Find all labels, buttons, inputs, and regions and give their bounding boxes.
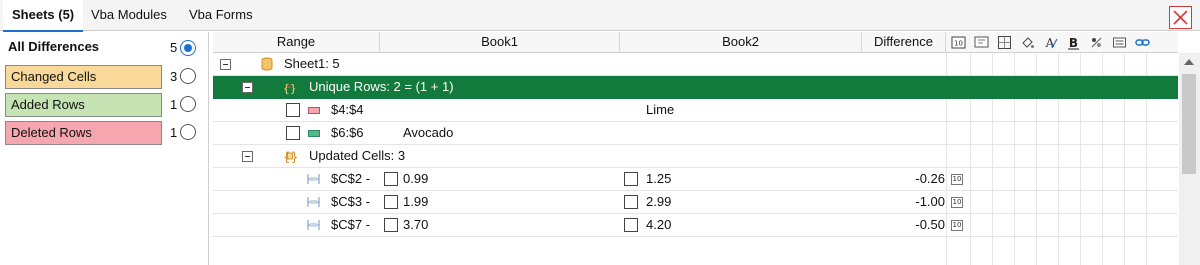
formula-icon[interactable]: [1089, 35, 1104, 50]
radio-added-rows[interactable]: [180, 96, 196, 112]
row-select-checkbox[interactable]: [286, 126, 300, 140]
row-range: $C$7 -: [331, 217, 371, 232]
book2-select-checkbox[interactable]: [624, 195, 638, 209]
svg-text:B: B: [1069, 36, 1078, 50]
sheet-database-icon: [261, 57, 273, 71]
collapse-unique-rows-toggle[interactable]: [242, 82, 253, 93]
comment-icon[interactable]: [974, 35, 989, 50]
column-header-book1[interactable]: Book1: [380, 32, 620, 53]
row-book2-value: 1.25: [646, 171, 672, 186]
collapse-sheet-toggle[interactable]: [220, 59, 231, 70]
tree-row-sheet[interactable]: Sheet1: 5: [213, 53, 1178, 76]
unique-rows-group-icon: { }: [283, 82, 295, 94]
column-header-range[interactable]: Range: [213, 32, 380, 53]
column-header-book2[interactable]: Book2: [620, 32, 862, 53]
svg-text:10: 10: [954, 40, 963, 48]
book2-select-checkbox[interactable]: [624, 172, 638, 186]
scrollbar-thumb[interactable]: [1182, 74, 1196, 174]
tree-row-updated-cells-group[interactable]: { } Updated Cells: 3: [213, 145, 1178, 168]
filter-all-differences[interactable]: All Differences: [5, 36, 162, 60]
filter-count-added: 1: [170, 97, 178, 112]
row-range: $C$3 -: [331, 194, 371, 209]
font-color-icon[interactable]: A: [1043, 35, 1058, 50]
row-book2-value: 4.20: [646, 217, 672, 232]
number-format-icon: 10: [951, 220, 963, 231]
added-row-swatch-icon: [308, 130, 320, 137]
row-difference-value: -0.50: [915, 217, 945, 232]
deleted-row-swatch-icon: [308, 107, 320, 114]
changed-cell-icon: [307, 197, 320, 207]
vertical-scrollbar[interactable]: [1179, 53, 1200, 265]
updated-cells-group-icon: { }: [283, 150, 297, 163]
row-range: $6:$6: [331, 125, 364, 140]
svg-text:}: }: [290, 82, 295, 94]
filter-added-rows[interactable]: Added Rows: [5, 93, 162, 117]
row-range: $C$2 -: [331, 171, 371, 186]
table-row[interactable]: $6:$6 Avocado: [213, 122, 1178, 145]
unique-rows-label: Unique Rows: 2 = (1 + 1): [309, 79, 454, 94]
sheet-label: Sheet1: 5: [284, 56, 340, 71]
row-range: $4:$4: [331, 102, 364, 117]
book1-select-checkbox[interactable]: [384, 218, 398, 232]
row-difference-value: -1.00: [915, 194, 945, 209]
scroll-up-icon[interactable]: [1184, 59, 1194, 65]
row-book1-value: 0.99: [403, 171, 429, 186]
number-format-icon: 10: [951, 197, 963, 208]
tab-strip: Sheets (5) Vba Modules Vba Forms: [0, 0, 1200, 32]
table-row[interactable]: $C$3 - 1.99 2.99 -1.00 10: [213, 191, 1178, 214]
column-header-difference[interactable]: Difference: [862, 32, 946, 53]
changed-cell-icon: [307, 220, 320, 230]
collapse-updated-cells-toggle[interactable]: [242, 151, 253, 162]
format-filter-toolbar: 10 A B: [946, 32, 1178, 53]
row-difference-value: -0.26: [915, 171, 945, 186]
border-icon[interactable]: [997, 35, 1012, 50]
bold-icon[interactable]: B: [1066, 35, 1081, 50]
changed-cell-icon: [307, 174, 320, 184]
link-icon[interactable]: [1135, 35, 1150, 50]
row-book2-value: Lime: [646, 102, 675, 117]
svg-text:{: {: [283, 82, 290, 94]
filter-count-deleted: 1: [170, 125, 178, 140]
svg-text:A: A: [1045, 36, 1055, 50]
updated-cells-label: Updated Cells: 3: [309, 148, 406, 163]
row-book2-value: 2.99: [646, 194, 672, 209]
align-icon[interactable]: [1112, 35, 1127, 50]
table-row[interactable]: $C$2 - 0.99 1.25 -0.26 10: [213, 168, 1178, 191]
differences-grid: Range Book1 Book2 Difference 10 A B Shee…: [213, 32, 1178, 265]
filter-count-all: 5: [170, 40, 178, 55]
difference-filter-panel: All Differences 5 Changed Cells 3 Added …: [0, 32, 209, 265]
tab-vba-modules[interactable]: Vba Modules: [82, 0, 176, 31]
close-button[interactable]: [1169, 6, 1192, 29]
filter-deleted-rows[interactable]: Deleted Rows: [5, 121, 162, 145]
tree-row-unique-rows-group[interactable]: { } Unique Rows: 2 = (1 + 1): [213, 76, 1178, 99]
book2-select-checkbox[interactable]: [624, 218, 638, 232]
close-icon: [1173, 10, 1188, 25]
radio-all-differences[interactable]: [180, 40, 196, 56]
filter-changed-cells[interactable]: Changed Cells: [5, 65, 162, 89]
tab-vba-forms[interactable]: Vba Forms: [180, 0, 262, 31]
filter-count-changed: 3: [170, 69, 178, 84]
row-book1-value: 3.70: [403, 217, 429, 232]
row-book1-value: 1.99: [403, 194, 429, 209]
table-row[interactable]: $4:$4 Lime: [213, 99, 1178, 122]
row-select-checkbox[interactable]: [286, 103, 300, 117]
book1-select-checkbox[interactable]: [384, 172, 398, 186]
row-book1-value: Avocado: [403, 125, 454, 140]
number-format-icon[interactable]: 10: [951, 35, 966, 50]
radio-deleted-rows[interactable]: [180, 124, 196, 140]
number-format-icon: 10: [951, 174, 963, 185]
radio-changed-cells[interactable]: [180, 68, 196, 84]
tab-sheets[interactable]: Sheets (5): [3, 0, 84, 32]
table-row[interactable]: $C$7 - 3.70 4.20 -0.50 10: [213, 214, 1178, 237]
fill-color-icon[interactable]: [1020, 35, 1035, 50]
book1-select-checkbox[interactable]: [384, 195, 398, 209]
